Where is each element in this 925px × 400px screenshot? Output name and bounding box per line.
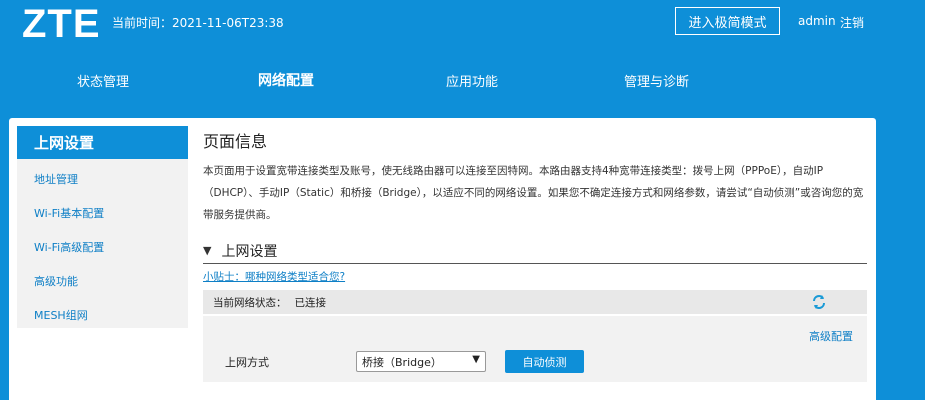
logout-link[interactable]: 注销 — [840, 14, 864, 31]
current-time: 当前时间：2021-11-06T23:38 — [112, 16, 284, 30]
sidebar: 上网设置 地址管理 Wi-Fi基本配置 Wi-Fi高级配置 高级功能 MESH组… — [17, 126, 188, 328]
quick-mode-button[interactable]: 进入极简模式 — [675, 7, 780, 35]
advanced-config-link[interactable]: 高级配置 — [809, 328, 853, 344]
connection-mode-value: 桥接（Bridge） — [362, 355, 442, 369]
sidebar-item-address[interactable]: 地址管理 — [17, 162, 188, 196]
page-description: 本页面用于设置宽带连接类型及账号，使无线路由器可以连接至因特网。本路由器支持4种… — [203, 165, 864, 221]
auto-detect-button[interactable]: 自动侦测 — [505, 350, 584, 373]
zte-logo: ZTE — [22, 2, 101, 46]
chevron-down-icon: ▼ — [472, 354, 480, 365]
network-status-bar: 当前网络状态： 已连接 — [203, 290, 867, 314]
nav-network-config[interactable]: 网络配置 — [258, 70, 314, 90]
tip-link[interactable]: 小贴士：哪种网络类型适合您? — [203, 269, 345, 284]
refresh-icon[interactable] — [811, 294, 827, 310]
section-header[interactable]: ▼ 上网设置 — [203, 238, 867, 264]
nav-app-features[interactable]: 应用功能 — [446, 71, 498, 90]
connection-config-panel: 高级配置 上网方式 桥接（Bridge） ▼ 自动侦测 — [203, 316, 867, 382]
content-panel: 上网设置 地址管理 Wi-Fi基本配置 Wi-Fi高级配置 高级功能 MESH组… — [9, 118, 876, 400]
sidebar-item-wifi-basic[interactable]: Wi-Fi基本配置 — [17, 196, 188, 230]
sidebar-item-mesh[interactable]: MESH组网 — [17, 298, 188, 332]
sidebar-item-advanced-features[interactable]: 高级功能 — [17, 264, 188, 298]
status-value: 已连接 — [294, 296, 327, 309]
connection-mode-label: 上网方式 — [225, 356, 269, 369]
header-bar: ZTE 当前时间：2021-11-06T23:38 进入极简模式 admin 注… — [0, 0, 925, 118]
sidebar-item-wifi-advanced[interactable]: Wi-Fi高级配置 — [17, 230, 188, 264]
section-title: 上网设置 — [221, 243, 278, 260]
nav-management-diagnostics[interactable]: 管理与诊断 — [624, 71, 689, 90]
nav-status-management[interactable]: 状态管理 — [77, 71, 129, 90]
main-area: 页面信息 本页面用于设置宽带连接类型及账号，使无线路由器可以连接至因特网。本路由… — [203, 128, 867, 382]
page-title: 页面信息 — [203, 132, 268, 151]
sidebar-title[interactable]: 上网设置 — [17, 126, 188, 159]
username: admin — [798, 14, 836, 28]
status-label: 当前网络状态： — [213, 296, 287, 309]
connection-mode-select[interactable]: 桥接（Bridge） ▼ — [356, 351, 486, 372]
collapse-triangle-icon[interactable]: ▼ — [203, 244, 211, 257]
